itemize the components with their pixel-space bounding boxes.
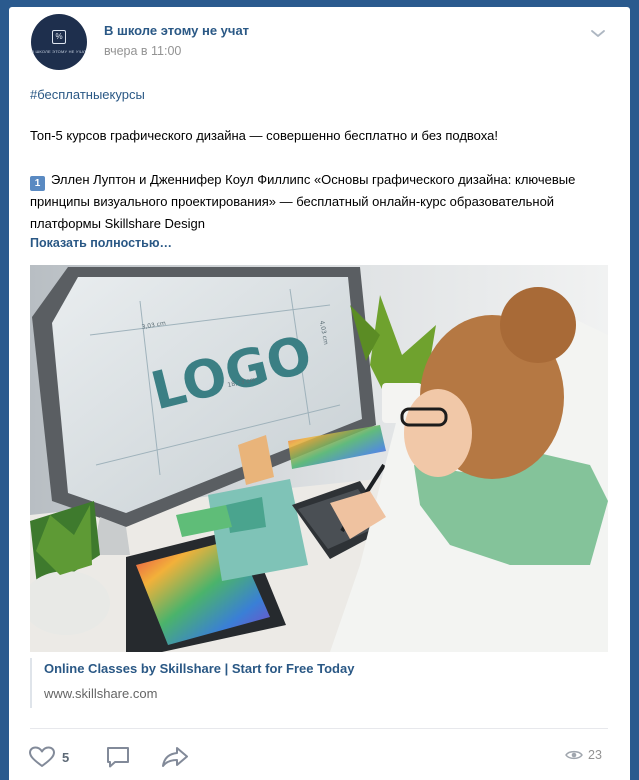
share-icon — [162, 747, 188, 767]
like-button[interactable]: 5 — [28, 744, 69, 770]
show-more-link[interactable]: Показать полностью… — [30, 236, 172, 250]
link-snippet[interactable]: Online Classes by Skillshare | Start for… — [30, 658, 354, 708]
post-photo[interactable]: LOGO 3,03 cm 18,73 cm 4,03 cm — [30, 265, 608, 652]
views-count: 23 — [588, 748, 602, 762]
share-button[interactable] — [161, 744, 189, 770]
post-item-text: 1 Эллен Луптон и Дженнифер Коул Филлипс «… — [30, 169, 610, 235]
link-title[interactable]: Online Classes by Skillshare | Start for… — [44, 661, 354, 676]
comment-button[interactable] — [105, 744, 131, 770]
avatar-caption: В школе этому не учат — [31, 49, 87, 54]
like-count: 5 — [62, 749, 70, 765]
author-name[interactable]: В школе этому не учат — [104, 23, 249, 38]
chevron-down-icon[interactable] — [588, 27, 608, 41]
post-card: % В школе этому не учат В школе этому не… — [9, 7, 630, 780]
avatar-logo-icon: % — [52, 30, 66, 44]
designer-at-computer-image: LOGO 3,03 cm 18,73 cm 4,03 cm — [30, 265, 608, 652]
number-one-emoji-icon: 1 — [30, 176, 45, 191]
eye-icon — [565, 750, 583, 760]
heart-icon — [29, 746, 55, 767]
comment-icon — [107, 747, 129, 768]
post-intro: Топ-5 курсов графического дизайна — сове… — [30, 128, 498, 143]
divider — [30, 728, 608, 729]
avatar[interactable]: % В школе этому не учат — [31, 14, 87, 70]
views-counter: 23 — [565, 748, 602, 762]
item-description: Эллен Луптон и Дженнифер Коул Филлипс «О… — [30, 172, 576, 231]
link-url: www.skillshare.com — [44, 686, 158, 701]
post-date[interactable]: вчера в 11:00 — [104, 44, 181, 58]
hashtag-link[interactable]: #бесплатныекурсы — [30, 87, 145, 102]
